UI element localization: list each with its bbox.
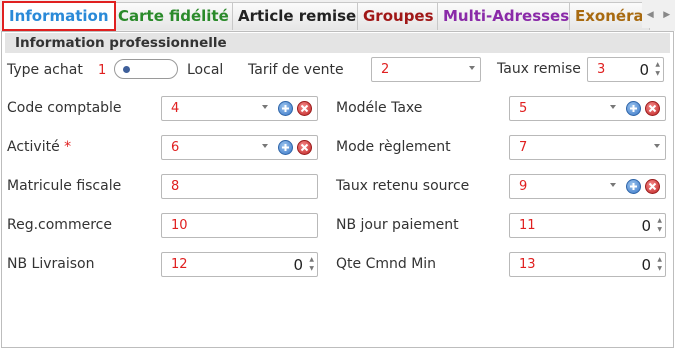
activite-label: Activité *	[7, 139, 71, 155]
type-achat-toggle[interactable]	[114, 59, 178, 79]
nb-livraison-value: 0	[293, 256, 303, 274]
activite-label-text: Activité	[7, 139, 60, 155]
tab-carte-fidelite[interactable]: Carte fidélité	[112, 2, 235, 30]
taux-remise-stepper[interactable]: 3 0 ▲ ▼	[587, 57, 664, 82]
chevron-down-icon	[610, 105, 616, 109]
matricule-fiscale-input[interactable]: 8	[161, 174, 318, 199]
tab-bar: Information Carte fidélité Article remis…	[0, 0, 675, 31]
activite-num: 6	[171, 140, 180, 155]
scroll-left-icon[interactable]: ◀	[647, 10, 654, 20]
tarif-vente-select[interactable]: 2	[371, 57, 481, 82]
nb-jour-paiement-value: 0	[641, 217, 651, 235]
chevron-down-icon	[610, 183, 616, 187]
modele-taxe-label: Modéle Taxe	[336, 100, 423, 116]
nb-jour-paiement-stepper[interactable]: 11 0 ▲ ▼	[509, 213, 666, 238]
chevron-down-icon	[654, 144, 660, 148]
modele-taxe-num: 5	[519, 101, 528, 116]
delete-icon[interactable]	[297, 140, 312, 155]
chevron-down-icon	[469, 66, 475, 70]
add-icon[interactable]	[278, 140, 293, 155]
scroll-right-icon[interactable]: ▶	[663, 10, 670, 20]
tab-groupes[interactable]: Groupes	[357, 2, 440, 30]
tarif-vente-label: Tarif de vente	[248, 62, 344, 78]
add-icon[interactable]	[626, 101, 641, 116]
add-icon[interactable]	[278, 101, 293, 116]
activite-select[interactable]: 6	[161, 135, 318, 160]
tab-exoneration[interactable]: Exonéra	[569, 2, 650, 30]
tab-information[interactable]: Information	[2, 1, 116, 31]
toggle-knob	[123, 66, 130, 73]
chevron-down-icon	[262, 105, 268, 109]
reg-commerce-input[interactable]: 10	[161, 213, 318, 238]
spin-arrows-icon[interactable]: ▲ ▼	[657, 216, 662, 234]
modele-taxe-select[interactable]: 5	[509, 96, 666, 121]
nb-livraison-label: NB Livraison	[7, 256, 95, 272]
taux-retenu-label: Taux retenu source	[336, 178, 470, 194]
type-achat-num: 1	[98, 63, 107, 78]
taux-retenu-select[interactable]: 9	[509, 174, 666, 199]
mode-reglement-label: Mode règlement	[336, 139, 451, 155]
spin-arrows-icon[interactable]: ▲ ▼	[655, 60, 660, 78]
code-comptable-select[interactable]: 4	[161, 96, 318, 121]
nb-jour-paiement-num: 11	[519, 218, 536, 233]
code-comptable-label: Code comptable	[7, 100, 122, 116]
chevron-down-icon	[262, 144, 268, 148]
matricule-fiscale-label: Matricule fiscale	[7, 178, 122, 194]
nb-livraison-num: 12	[171, 257, 188, 272]
taux-remise-num: 3	[597, 62, 606, 77]
qte-cmnd-min-value: 0	[641, 256, 651, 274]
type-achat-label: Type achat	[7, 62, 83, 78]
delete-icon[interactable]	[645, 101, 660, 116]
add-icon[interactable]	[626, 179, 641, 194]
qte-cmnd-min-label: Qte Cmnd Min	[336, 256, 437, 272]
tarif-vente-num: 2	[381, 62, 390, 77]
mode-reglement-select[interactable]: 7	[509, 135, 666, 160]
reg-commerce-label: Reg.commerce	[7, 217, 112, 233]
delete-icon[interactable]	[297, 101, 312, 116]
tab-multi-adresses[interactable]: Multi-Adresses	[437, 2, 576, 30]
taux-remise-value: 0	[639, 61, 649, 79]
taux-remise-label: Taux remise	[497, 61, 581, 77]
tab-scroll-controls: ◀ ▶	[642, 2, 675, 28]
nb-jour-paiement-label: NB jour paiement	[336, 217, 459, 233]
code-comptable-num: 4	[171, 101, 180, 116]
required-marker: *	[64, 139, 72, 155]
delete-icon[interactable]	[645, 179, 660, 194]
qte-cmnd-min-stepper[interactable]: 13 0 ▲ ▼	[509, 252, 666, 277]
spin-arrows-icon[interactable]: ▲ ▼	[309, 255, 314, 273]
type-achat-value: Local	[187, 62, 224, 78]
matricule-fiscale-num: 8	[171, 179, 180, 194]
reg-commerce-num: 10	[171, 218, 188, 233]
taux-retenu-num: 9	[519, 179, 528, 194]
qte-cmnd-min-num: 13	[519, 257, 536, 272]
tab-article-remise[interactable]: Article remise	[232, 2, 363, 30]
section-header: Information professionnelle	[5, 33, 670, 53]
nb-livraison-stepper[interactable]: 12 0 ▲ ▼	[161, 252, 318, 277]
spin-arrows-icon[interactable]: ▲ ▼	[657, 255, 662, 273]
mode-reglement-num: 7	[519, 140, 528, 155]
